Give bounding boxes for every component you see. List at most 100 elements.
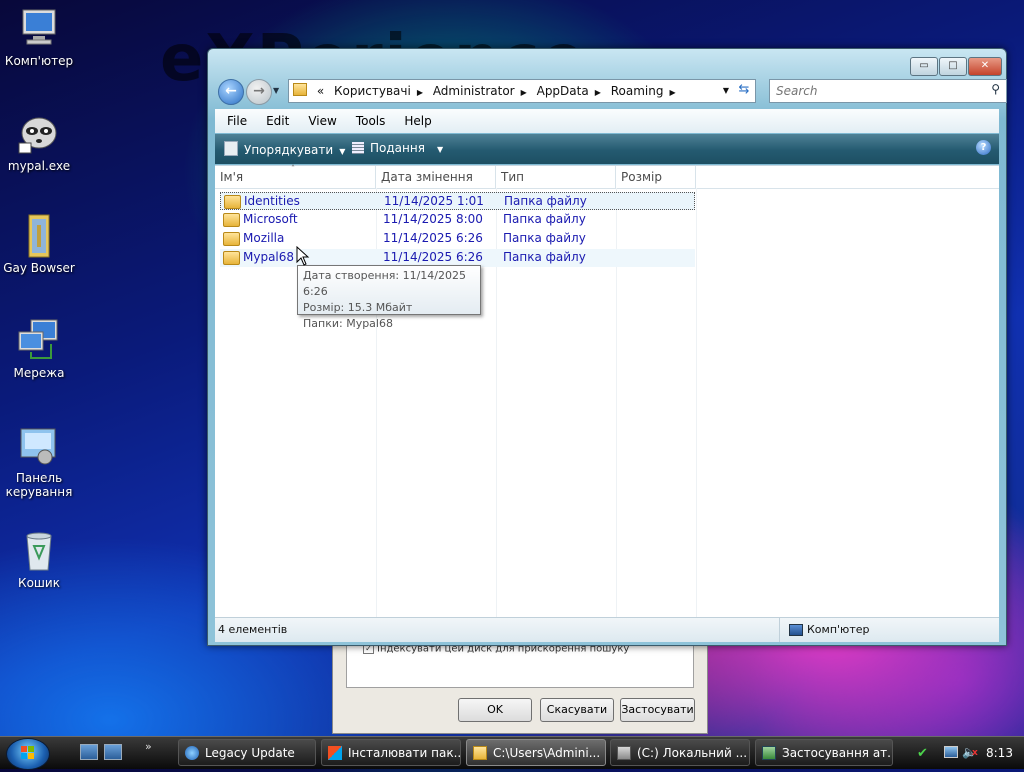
recycle-bin-icon xyxy=(17,528,61,572)
column-divider xyxy=(696,188,697,618)
search-input[interactable] xyxy=(774,80,978,102)
taskbar-button-label: Legacy Update xyxy=(205,746,295,760)
forward-button[interactable]: → xyxy=(246,79,272,105)
menu-edit[interactable]: Edit xyxy=(266,114,289,128)
network-status-icon[interactable] xyxy=(944,746,958,758)
control-panel-icon xyxy=(17,423,61,467)
item-date: 11/14/2025 6:26 xyxy=(383,250,483,264)
breadcrumb-arrow-icon[interactable]: ▶ xyxy=(521,88,527,97)
desktop-icon-gay-bowser[interactable]: Gay Bowser xyxy=(0,213,78,275)
folder-icon xyxy=(223,232,240,246)
desktop-icon-label: Мережа xyxy=(13,366,65,380)
folder-icon xyxy=(223,251,240,265)
taskbar-button-local-disk[interactable]: (C:) Локальний ... xyxy=(610,739,750,766)
item-name: Identities xyxy=(244,194,300,208)
folder-icon xyxy=(473,746,487,760)
desktop-icon-label: Кошик xyxy=(18,576,60,590)
desktop-icon-recycle-bin[interactable]: Кошик xyxy=(0,528,78,590)
taskbar-button-explorer[interactable]: C:\Users\Admini... xyxy=(466,739,606,766)
back-button[interactable]: ← xyxy=(218,79,244,105)
menu-help[interactable]: Help xyxy=(404,114,431,128)
desktop-icon-mypal[interactable]: mypal.exe xyxy=(0,111,78,173)
file-list: Ім'я ˄ Дата змінення Тип Розмір Identiti… xyxy=(215,164,999,618)
help-icon[interactable]: ? xyxy=(976,140,991,155)
breadcrumb-appdata[interactable]: AppData xyxy=(537,84,589,98)
desktop-icon-label: mypal.exe xyxy=(7,159,71,173)
close-button[interactable]: ✕ xyxy=(968,57,1002,76)
status-divider xyxy=(779,618,780,642)
folder-icon xyxy=(17,213,61,258)
refresh-icon[interactable]: ⇆ xyxy=(732,79,756,101)
install-icon xyxy=(328,746,342,760)
apply-button[interactable]: Застосувати xyxy=(620,698,695,722)
tooltip-folders: Папки: Mypal68 xyxy=(303,317,393,330)
taskbar-button-install[interactable]: Інсталювати пак... xyxy=(321,739,461,766)
views-button[interactable]: Подання ▼ xyxy=(352,141,443,155)
desktop-icon-network[interactable]: Мережа xyxy=(0,318,78,380)
menu-view[interactable]: View xyxy=(308,114,336,128)
item-type: Папка файлу xyxy=(503,250,586,264)
item-name: Mypal68 xyxy=(243,250,295,264)
list-item[interactable]: Mozilla 11/14/2025 6:26 Папка файлу xyxy=(220,230,695,248)
organize-icon xyxy=(224,141,238,156)
quick-launch-overflow-icon[interactable]: » xyxy=(145,740,152,753)
column-header: Ім'я ˄ Дата змінення Тип Розмір xyxy=(215,164,999,189)
maximize-button[interactable]: □ xyxy=(939,57,967,76)
ok-button[interactable]: OK xyxy=(458,698,532,722)
taskbar-button-label: C:\Users\Admini... xyxy=(493,746,601,760)
mouse-cursor-icon xyxy=(296,246,310,266)
column-date-modified[interactable]: Дата змінення xyxy=(376,166,496,188)
computer-icon xyxy=(17,6,61,50)
command-bar: Упорядкувати ▼ Подання ▼ ? xyxy=(215,134,999,164)
search-icon[interactable]: ⚲ xyxy=(991,82,1000,96)
menu-bar: File Edit View Tools Help xyxy=(215,109,999,133)
item-date: 11/14/2025 6:26 xyxy=(383,231,483,245)
show-desktop-icon[interactable] xyxy=(80,744,98,760)
item-name: Mozilla xyxy=(243,231,285,245)
address-bar[interactable]: « Користувачі ▶ Administrator ▶ AppData ▶ R… xyxy=(288,79,756,103)
tooltip-size: Розмір: 15.3 Мбайт xyxy=(303,301,413,314)
back-arrow-icon: ← xyxy=(225,83,237,99)
desktop-icon-label: Gay Bowser xyxy=(3,261,75,275)
organize-button[interactable]: Упорядкувати ▼ xyxy=(224,141,345,157)
breadcrumb-roaming[interactable]: Roaming xyxy=(611,84,664,98)
column-type[interactable]: Тип xyxy=(496,166,616,188)
item-type: Папка файлу xyxy=(504,194,587,208)
clock[interactable]: 8:13 xyxy=(986,746,1013,760)
apply-attributes-icon xyxy=(762,746,776,760)
column-size[interactable]: Розмір xyxy=(616,166,696,188)
desktop-icon-computer[interactable]: Комп'ютер xyxy=(0,6,78,68)
list-item[interactable]: Microsoft 11/14/2025 8:00 Папка файлу xyxy=(220,211,695,229)
search-box[interactable]: ⚲ xyxy=(769,79,1007,103)
list-item[interactable]: Identities 11/14/2025 1:01 Папка файлу xyxy=(220,192,695,210)
switch-windows-icon[interactable] xyxy=(104,744,122,760)
start-button[interactable] xyxy=(6,738,50,770)
desktop-icon-label: Комп'ютер xyxy=(4,54,74,68)
address-overflow[interactable]: « xyxy=(317,84,324,98)
breadcrumb-arrow-icon[interactable]: ▶ xyxy=(669,88,675,97)
views-icon xyxy=(352,142,364,154)
menu-file[interactable]: File xyxy=(227,114,247,128)
item-type: Папка файлу xyxy=(503,212,586,226)
desktop-icon-control-panel[interactable]: Панель керування xyxy=(0,423,78,499)
security-check-icon[interactable]: ✔ xyxy=(917,746,928,761)
recent-pages-dropdown-icon[interactable]: ▼ xyxy=(273,86,279,95)
status-bar: 4 елементів Комп'ютер xyxy=(215,617,999,642)
address-dropdown-icon[interactable]: ▼ xyxy=(723,80,729,102)
menu-tools[interactable]: Tools xyxy=(356,114,386,128)
minimize-button[interactable]: ▭ xyxy=(910,57,938,76)
breadcrumb-users[interactable]: Користувачі xyxy=(334,84,411,98)
item-date: 11/14/2025 8:00 xyxy=(383,212,483,226)
taskbar-button-legacy-update[interactable]: Legacy Update xyxy=(178,739,316,766)
column-name[interactable]: Ім'я xyxy=(215,166,376,188)
organize-label: Упорядкувати xyxy=(244,143,334,157)
folder-icon xyxy=(293,83,307,96)
explorer-window: ▭ □ ✕ ← → ▼ « Користувачі ▶ Administrator… xyxy=(207,48,1007,646)
breadcrumb-arrow-icon[interactable]: ▶ xyxy=(417,88,423,97)
breadcrumb-administrator[interactable]: Administrator xyxy=(433,84,515,98)
item-date: 11/14/2025 1:01 xyxy=(384,194,484,208)
breadcrumb-arrow-icon[interactable]: ▶ xyxy=(595,88,601,97)
cancel-button[interactable]: Скасувати xyxy=(540,698,614,722)
folder-info-tooltip: Дата створення: 11/14/2025 6:26 Розмір: … xyxy=(297,265,481,330)
taskbar-button-apply-attributes[interactable]: Застосування ат... xyxy=(755,739,893,766)
